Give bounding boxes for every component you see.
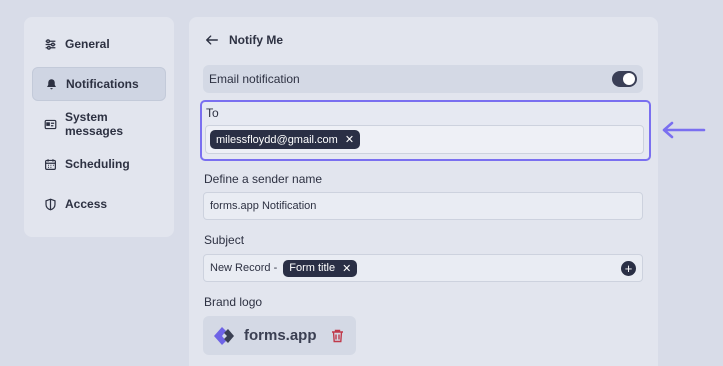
to-input[interactable]: milessfloydd@gmail.com ✕ (205, 125, 644, 154)
sidebar-item-label: Scheduling (65, 157, 130, 171)
subject-field-chip-label: Form title (289, 262, 336, 274)
brand-logo-label: Brand logo (204, 295, 263, 309)
sidebar-item-label: Access (65, 197, 108, 211)
bell-icon (47, 78, 56, 89)
to-field-group: To milessfloydd@gmail.com ✕ (200, 100, 651, 161)
sidebar-item-general[interactable]: General (32, 27, 166, 61)
subject-field-chip: Form title ✕ (283, 259, 358, 277)
back-arrow-icon[interactable] (205, 33, 219, 47)
sender-name-input[interactable]: forms.app Notification (203, 192, 643, 220)
logo-text: forms.app (244, 327, 317, 344)
sidebar-item-notifications[interactable]: Notifications (32, 67, 166, 101)
calendar-icon (45, 158, 56, 170)
subject-input[interactable]: New Record - Form title ✕ + (203, 254, 643, 282)
email-notification-row: Email notification (203, 65, 643, 93)
brand-logo-preview: forms.app (203, 316, 356, 355)
to-label: To (206, 106, 219, 120)
remove-recipient-icon[interactable]: ✕ (345, 133, 354, 146)
add-field-icon[interactable]: + (621, 261, 636, 276)
sender-name-value: forms.app Notification (210, 200, 317, 212)
pointer-arrow-icon (662, 121, 706, 139)
sidebar-item-label: General (65, 37, 110, 51)
subject-prefix: New Record - (210, 262, 278, 274)
settings-sidebar: General Notifications System messages Sc… (24, 17, 174, 237)
sidebar-item-label: Notifications (66, 77, 139, 91)
email-notification-toggle[interactable] (612, 71, 637, 87)
recipient-chip-label: milessfloydd@gmail.com (216, 133, 338, 146)
recipient-chip: milessfloydd@gmail.com ✕ (210, 130, 361, 149)
subject-label: Subject (204, 233, 245, 247)
remove-field-icon[interactable]: ✕ (342, 262, 351, 275)
sidebar-item-system-messages[interactable]: System messages (32, 107, 166, 141)
panel-header: Notify Me (205, 33, 283, 47)
sender-name-label: Define a sender name (204, 172, 323, 186)
id-card-icon (44, 119, 57, 129)
forms-app-logo-icon (214, 326, 234, 345)
trash-icon[interactable] (331, 329, 344, 343)
page-title: Notify Me (229, 33, 283, 47)
sidebar-item-scheduling[interactable]: Scheduling (32, 147, 166, 181)
sliders-icon (45, 38, 56, 50)
shield-icon (45, 198, 56, 210)
sidebar-item-access[interactable]: Access (32, 187, 166, 221)
email-notification-label: Email notification (209, 72, 300, 86)
sidebar-item-label: System messages (65, 110, 124, 138)
notify-me-panel: Notify Me Email notification To milessfl… (189, 17, 658, 366)
